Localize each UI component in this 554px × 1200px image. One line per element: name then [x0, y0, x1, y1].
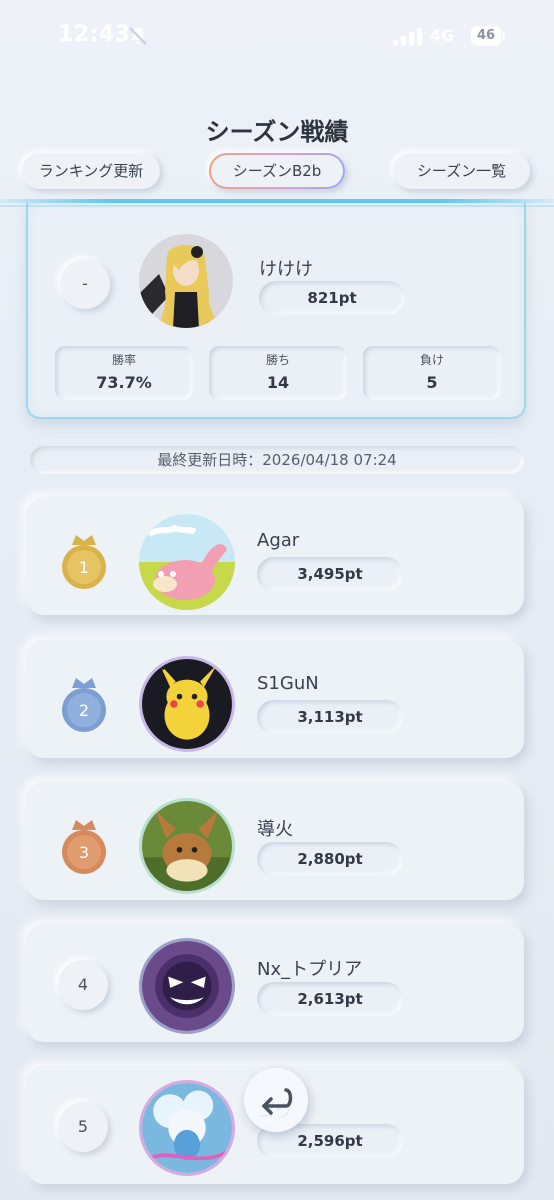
ranking-row[interactable]: 1 Agar 3,495pt: [26, 497, 524, 615]
my-points: 821pt: [259, 281, 405, 315]
win-rate-stat: 勝率 73.7%: [55, 346, 193, 400]
losses-label: 負け: [419, 353, 444, 367]
player-points: 3,113pt: [257, 700, 403, 734]
my-avatar: [139, 234, 233, 328]
player-avatar: [139, 798, 235, 894]
season-selector-button[interactable]: シーズンB2b: [209, 153, 345, 189]
network-type: 4G: [430, 26, 455, 45]
rank-number: 5: [58, 1102, 108, 1152]
my-rank: -: [60, 259, 110, 309]
gold-medal-icon: 1: [62, 535, 106, 589]
win-rate-value: 73.7%: [96, 373, 152, 392]
rank-number: 1: [79, 558, 89, 577]
signal-icon: [393, 28, 422, 46]
player-name: Nx_トプリア: [257, 959, 363, 980]
win-rate-label: 勝率: [111, 353, 136, 367]
ranking-row[interactable]: 2 S1GuN 3,113pt: [26, 640, 524, 758]
bronze-medal-icon: 3: [62, 820, 106, 874]
wins-stat: 勝ち 14: [209, 346, 347, 400]
player-points: 2,880pt: [257, 842, 403, 876]
ranking-refresh-button[interactable]: ランキング更新: [22, 153, 160, 189]
player-points: 2,613pt: [257, 982, 403, 1016]
silent-bell-icon: [129, 27, 147, 45]
player-avatar: [139, 938, 235, 1034]
player-name: S1GuN: [257, 673, 319, 694]
status-time: 12:43: [58, 22, 131, 47]
header-divider: [0, 199, 554, 203]
battery-level: 46: [476, 28, 496, 43]
player-points: 3,495pt: [257, 557, 403, 591]
losses-value: 5: [426, 373, 438, 392]
status-bar: 12:43 4G 46: [0, 0, 554, 70]
wins-value: 14: [266, 373, 290, 392]
header-divider-glow: [0, 205, 554, 207]
last-updated: 最終更新日時：2026/04/18 07:24: [30, 446, 524, 474]
back-button[interactable]: [244, 1068, 308, 1132]
rank-number: 4: [58, 960, 108, 1010]
player-name: Agar: [257, 530, 300, 551]
silver-medal-icon: 2: [62, 678, 106, 732]
player-name: 導火: [257, 819, 293, 840]
my-name: けけけ: [259, 259, 313, 280]
player-avatar: [139, 1080, 235, 1176]
rank-number: 2: [79, 701, 89, 720]
return-arrow-icon: [262, 1088, 293, 1115]
losses-stat: 負け 5: [363, 346, 501, 400]
ranking-row[interactable]: 3 導火 2,880pt: [26, 782, 524, 900]
page-title: シーズン戦績: [205, 118, 349, 146]
my-record-card: - けけけ 821pt 勝率 73.7% 勝ち 14 負け 5: [26, 203, 526, 419]
wins-label: 勝ち: [265, 353, 290, 367]
season-list-button[interactable]: シーズン一覧: [393, 153, 530, 189]
ranking-row[interactable]: 4 Nx_トプリア 2,613pt: [26, 924, 524, 1042]
player-avatar: [139, 656, 235, 752]
player-avatar: [139, 514, 235, 610]
battery-icon: 46: [471, 26, 507, 46]
rank-number: 3: [79, 843, 89, 862]
